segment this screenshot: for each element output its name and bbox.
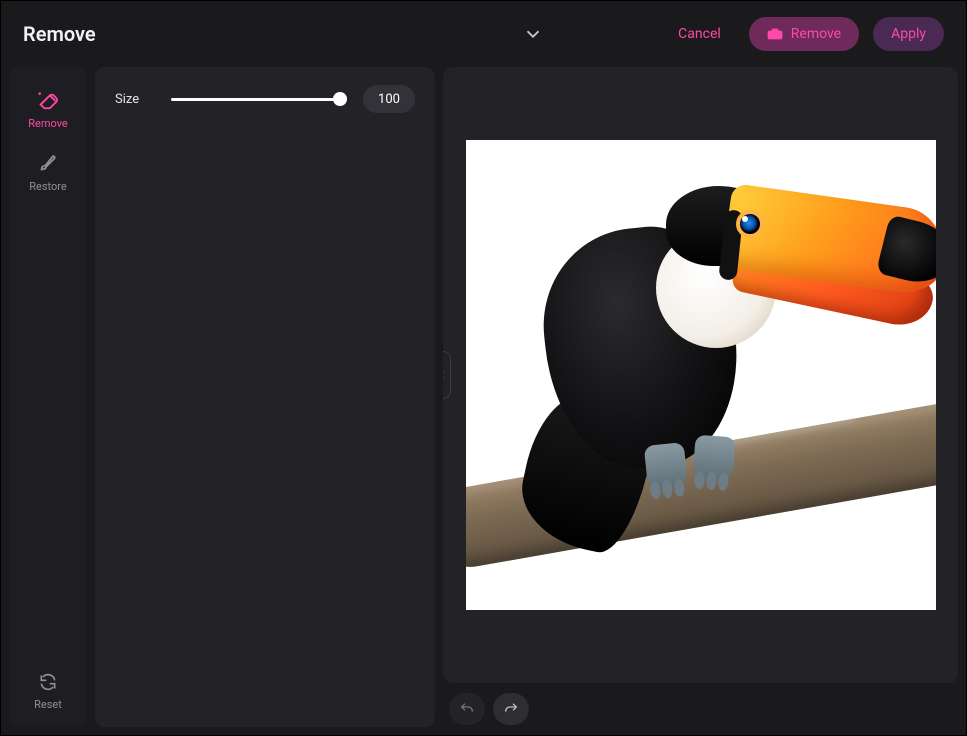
chevron-down-icon — [522, 23, 544, 45]
collapse-header-button[interactable] — [522, 23, 544, 45]
slider-track — [171, 98, 347, 101]
size-control: Size 100 — [115, 85, 415, 113]
image-toucan — [526, 158, 846, 538]
size-value[interactable]: 100 — [363, 85, 415, 113]
canvas-area — [443, 67, 958, 727]
reset-button[interactable]: Reset — [9, 662, 87, 727]
top-bar: Remove Cancel Remove Apply — [1, 1, 966, 67]
tool-remove-label: Remove — [28, 117, 68, 130]
brush-icon — [37, 152, 59, 174]
apply-button[interactable]: Apply — [873, 17, 944, 51]
tool-restore[interactable]: Restore — [9, 144, 87, 207]
canvas-image[interactable] — [466, 140, 936, 610]
history-bar — [443, 683, 958, 727]
slider-thumb[interactable] — [333, 92, 347, 106]
undo-icon — [459, 701, 475, 717]
undo-button[interactable] — [449, 693, 485, 725]
canvas-frame — [443, 67, 958, 683]
chevron-left-icon — [443, 370, 447, 380]
reset-label: Reset — [34, 698, 62, 711]
cancel-button[interactable]: Cancel — [678, 26, 721, 42]
camera-icon — [767, 28, 783, 40]
reset-icon — [38, 672, 58, 692]
tool-remove[interactable]: Remove — [9, 81, 87, 144]
compare-remove-button[interactable]: Remove — [749, 17, 859, 51]
app-root: Remove Cancel Remove Apply Remove — [0, 0, 967, 736]
apply-label: Apply — [891, 26, 926, 42]
redo-button[interactable] — [493, 693, 529, 725]
panel-title: Remove — [23, 22, 96, 46]
collapse-panel-handle[interactable] — [443, 351, 451, 399]
eraser-icon — [37, 89, 59, 111]
tool-rail: Remove Restore Reset — [9, 67, 87, 727]
tool-restore-label: Restore — [29, 180, 67, 193]
redo-icon — [503, 701, 519, 717]
main-body: Remove Restore Reset Size — [1, 67, 966, 735]
controls-panel: Size 100 — [95, 67, 435, 727]
compare-remove-label: Remove — [791, 26, 841, 42]
size-slider[interactable] — [171, 89, 347, 109]
size-label: Size — [115, 92, 155, 107]
